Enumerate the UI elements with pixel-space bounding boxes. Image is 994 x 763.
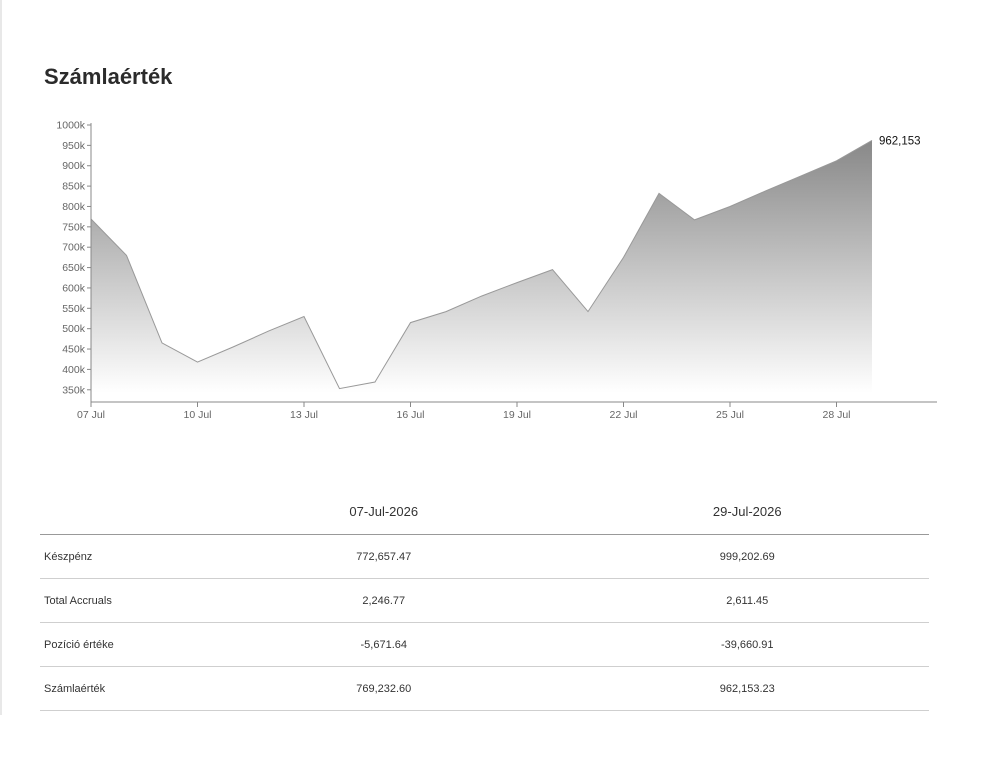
table-row: Készpénz 772,657.47 999,202.69 bbox=[40, 534, 929, 579]
row-end-value: -39,660.91 bbox=[565, 622, 929, 667]
row-end-value: 2,611.45 bbox=[565, 578, 929, 623]
table-header-start-date: 07-Jul-2026 bbox=[202, 488, 566, 535]
summary-table: 07-Jul-2026 29-Jul-2026 Készpénz 772,657… bbox=[40, 488, 929, 711]
account-value-chart: 1000k 950k 900k 850k 800k 750k 700k 650k 600k 550… bbox=[56, 120, 937, 421]
y-tick-label: 950k bbox=[62, 140, 86, 152]
x-tick-label: 25 Jul bbox=[716, 409, 744, 421]
y-tick-label: 800k bbox=[62, 201, 86, 213]
row-start-value: 769,232.60 bbox=[202, 666, 566, 711]
y-tick-label: 850k bbox=[62, 181, 86, 193]
x-tick-label: 16 Jul bbox=[396, 409, 424, 421]
last-value-label: 962,153 bbox=[879, 135, 921, 147]
x-tick-label: 13 Jul bbox=[290, 409, 318, 421]
x-tick-label: 28 Jul bbox=[822, 409, 850, 421]
table-header-end-date: 29-Jul-2026 bbox=[565, 488, 929, 535]
y-tick-label: 450k bbox=[62, 344, 86, 356]
y-tick-label: 750k bbox=[62, 221, 86, 233]
row-start-value: 772,657.47 bbox=[202, 534, 566, 579]
y-tick-label: 350k bbox=[62, 384, 86, 396]
table-header-row: 07-Jul-2026 29-Jul-2026 bbox=[40, 488, 929, 535]
table-row: Számlaérték 769,232.60 962,153.23 bbox=[40, 666, 929, 711]
table-row: Total Accruals 2,246.77 2,611.45 bbox=[40, 578, 929, 623]
row-start-value: -5,671.64 bbox=[202, 622, 566, 667]
row-end-value: 962,153.23 bbox=[565, 666, 929, 711]
y-tick-label: 400k bbox=[62, 364, 86, 376]
row-start-value: 2,246.77 bbox=[202, 578, 566, 623]
table-row: Pozíció értéke -5,671.64 -39,660.91 bbox=[40, 622, 929, 667]
row-label: Készpénz bbox=[40, 534, 202, 579]
y-tick-label: 600k bbox=[62, 282, 86, 294]
x-tick-label: 19 Jul bbox=[503, 409, 531, 421]
y-tick-label: 700k bbox=[62, 242, 86, 254]
y-tick-label: 550k bbox=[62, 303, 86, 315]
x-tick-label: 07 Jul bbox=[77, 409, 105, 421]
y-tick-label: 1000k bbox=[56, 120, 85, 132]
y-tick-label: 900k bbox=[62, 160, 86, 172]
row-label: Pozíció értéke bbox=[40, 622, 202, 667]
y-tick-label: 650k bbox=[62, 262, 86, 274]
page-title: Számlaérték bbox=[44, 64, 173, 89]
table-header-empty bbox=[40, 488, 202, 535]
x-tick-label: 10 Jul bbox=[183, 409, 211, 421]
row-end-value: 999,202.69 bbox=[565, 534, 929, 579]
x-tick-label: 22 Jul bbox=[609, 409, 637, 421]
series-area bbox=[91, 140, 872, 393]
y-tick-label: 500k bbox=[62, 323, 86, 335]
row-label: Számlaérték bbox=[40, 666, 202, 711]
row-label: Total Accruals bbox=[40, 578, 202, 623]
